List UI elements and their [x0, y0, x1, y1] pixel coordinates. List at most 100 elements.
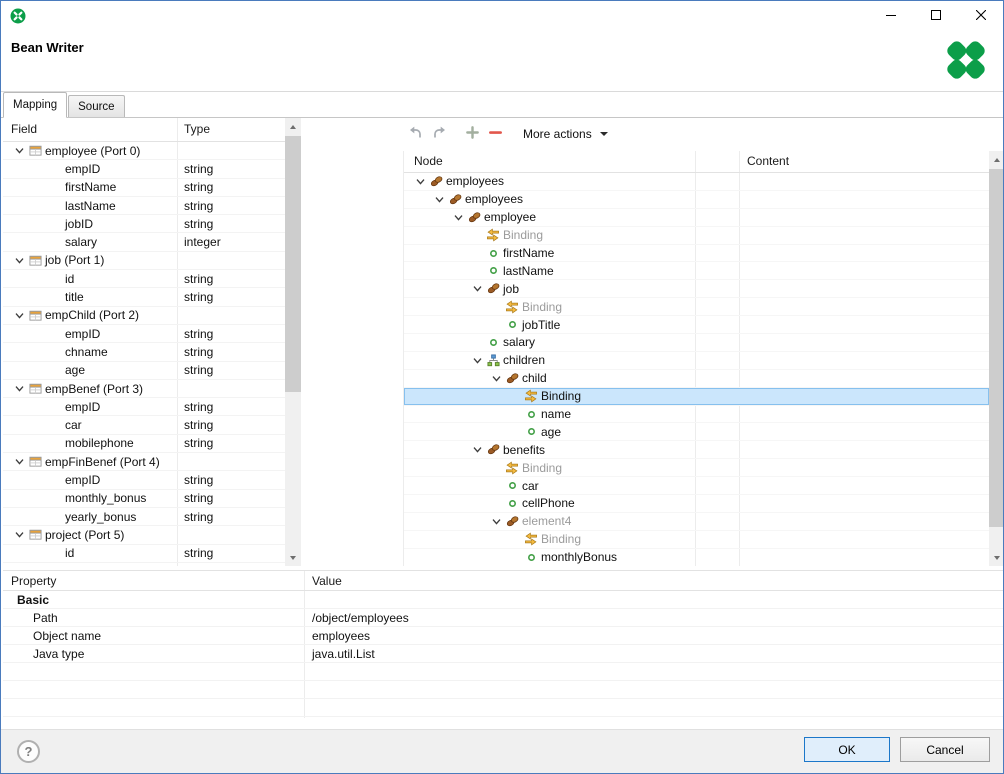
bean-icon [485, 443, 501, 456]
chevron-expanded-icon[interactable] [412, 176, 428, 187]
tree-scrollbar[interactable] [989, 151, 1004, 566]
field-row[interactable]: empIDstring [3, 471, 285, 489]
field-row[interactable]: job (Port 1) [3, 252, 285, 270]
tree-row[interactable]: Binding [404, 531, 989, 549]
tab-source[interactable]: Source [68, 95, 124, 117]
field-row[interactable]: idstring [3, 270, 285, 288]
property-row[interactable] [3, 699, 1003, 717]
tree-row[interactable]: Binding [404, 298, 989, 316]
field-table-scrollbar[interactable] [285, 118, 301, 566]
field-row[interactable]: employee (Port 0) [3, 142, 285, 160]
field-row[interactable]: mobilephonestring [3, 435, 285, 453]
add-button[interactable] [461, 123, 483, 145]
bean-icon [504, 515, 520, 528]
tree-row[interactable]: firstName [404, 245, 989, 263]
chevron-expanded-icon[interactable] [11, 456, 27, 467]
field-row[interactable]: empIDstring [3, 398, 285, 416]
field-label: monthly_bonus [65, 491, 146, 505]
tree-row[interactable]: Binding [404, 227, 989, 245]
field-row[interactable]: carstring [3, 416, 285, 434]
field-icon [485, 336, 501, 349]
field-row[interactable]: monthly_bonus string [3, 490, 285, 508]
tree-row[interactable]: jobTitle [404, 316, 989, 334]
chevron-expanded-icon[interactable] [11, 383, 27, 394]
scroll-up-arrow-icon[interactable] [989, 151, 1004, 168]
tree-row[interactable]: benefits [404, 441, 989, 459]
more-actions-button[interactable]: More actions [517, 123, 614, 145]
tree-row[interactable]: children [404, 352, 989, 370]
tree-row[interactable]: job [404, 280, 989, 298]
property-row[interactable]: Object nameemployees [3, 627, 1003, 645]
tree-row[interactable]: Binding [404, 388, 989, 406]
tree-row[interactable]: Binding [404, 459, 989, 477]
tree-row[interactable]: employee [404, 209, 989, 227]
chevron-expanded-icon[interactable] [488, 516, 504, 527]
close-button[interactable] [958, 1, 1003, 31]
field-row[interactable]: firstNamestring [3, 179, 285, 197]
field-row[interactable]: empBenef (Port 3) [3, 380, 285, 398]
ok-button[interactable]: OK [804, 737, 890, 762]
tree-row[interactable]: element4 [404, 513, 989, 531]
tree-row[interactable]: employees [404, 191, 989, 209]
undo-button[interactable] [405, 123, 427, 145]
field-type: string [184, 491, 213, 505]
maximize-button[interactable] [913, 1, 958, 31]
chevron-expanded-icon[interactable] [469, 444, 485, 455]
property-row[interactable] [3, 681, 1003, 699]
property-row[interactable]: Path/object/employees [3, 609, 1003, 627]
field-row[interactable]: empFinBenef (Port 4) [3, 453, 285, 471]
chevron-expanded-icon[interactable] [11, 145, 27, 156]
redo-button[interactable] [428, 123, 450, 145]
tab-source-label: Source [78, 101, 114, 113]
tree-node-label: benefits [503, 443, 545, 457]
chevron-expanded-icon[interactable] [469, 355, 485, 366]
field-row[interactable]: lastNamestring [3, 197, 285, 215]
field-row[interactable]: idstring [3, 545, 285, 563]
field-row[interactable]: agestring [3, 362, 285, 380]
redo-icon [431, 125, 447, 144]
scroll-up-arrow-icon[interactable] [285, 118, 301, 135]
chevron-expanded-icon[interactable] [431, 194, 447, 205]
property-row[interactable]: Basic [3, 591, 1003, 609]
field-row[interactable]: empIDstring [3, 325, 285, 343]
chevron-expanded-icon[interactable] [11, 255, 27, 266]
tree-node-label: Binding [522, 300, 562, 314]
field-row[interactable]: titlestring [3, 288, 285, 306]
remove-button[interactable] [484, 123, 506, 145]
field-row[interactable]: project (Port 5) [3, 526, 285, 544]
field-row[interactable]: jobIDstring [3, 215, 285, 233]
scroll-down-arrow-icon[interactable] [285, 549, 301, 566]
scroll-down-arrow-icon[interactable] [989, 549, 1004, 566]
tree-row[interactable]: child [404, 370, 989, 388]
tree-row[interactable]: name [404, 406, 989, 424]
help-button[interactable]: ? [17, 740, 40, 763]
field-row[interactable]: chnamestring [3, 343, 285, 361]
tree-row[interactable]: employees [404, 173, 989, 191]
tree-row[interactable]: lastName [404, 262, 989, 280]
minimize-button[interactable] [868, 1, 913, 31]
cancel-button[interactable]: Cancel [900, 737, 990, 762]
chevron-expanded-icon[interactable] [469, 283, 485, 294]
field-label: salary [65, 235, 97, 249]
tab-mapping[interactable]: Mapping [3, 92, 67, 118]
property-row[interactable]: Java typejava.util.List [3, 645, 1003, 663]
field-label: car [65, 418, 82, 432]
chevron-expanded-icon[interactable] [450, 212, 466, 223]
tree-row[interactable]: age [404, 423, 989, 441]
scrollbar-thumb[interactable] [989, 169, 1004, 527]
field-row[interactable]: empChild (Port 2) [3, 307, 285, 325]
field-row[interactable]: yearly_bonusstring [3, 508, 285, 526]
app-clover-icon[interactable] [10, 8, 26, 24]
chevron-expanded-icon[interactable] [488, 373, 504, 384]
chevron-expanded-icon[interactable] [11, 529, 27, 540]
property-row[interactable] [3, 663, 1003, 681]
field-row[interactable]: namestring [3, 563, 285, 566]
field-row[interactable]: empIDstring [3, 160, 285, 178]
tree-row[interactable]: salary [404, 334, 989, 352]
chevron-expanded-icon[interactable] [11, 310, 27, 321]
field-row[interactable]: salaryinteger [3, 233, 285, 251]
scrollbar-thumb[interactable] [285, 136, 301, 392]
tree-row[interactable]: monthlyBonus [404, 549, 989, 566]
tree-row[interactable]: cellPhone [404, 495, 989, 513]
tree-row[interactable]: car [404, 477, 989, 495]
